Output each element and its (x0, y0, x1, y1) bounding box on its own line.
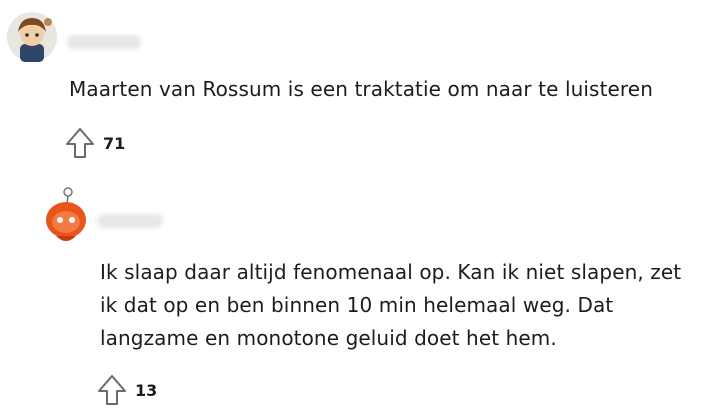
user-avatar-icon[interactable] (42, 186, 90, 246)
username-redacted[interactable] (67, 35, 141, 49)
user-avatar-icon[interactable] (6, 10, 58, 64)
comment-text: Maarten van Rossum is een traktatie om n… (69, 77, 653, 101)
upvote-arrow-icon[interactable] (65, 127, 95, 159)
username-redacted[interactable] (97, 214, 163, 228)
comment-text: Ik slaap daar altijd fenomenaal op. Kan … (100, 260, 682, 350)
upvote-arrow-icon[interactable] (97, 374, 127, 406)
upvote-button[interactable]: 71 (65, 127, 125, 159)
upvote-button[interactable]: 13 (97, 374, 157, 406)
upvote-count: 13 (135, 380, 158, 400)
upvote-count: 71 (103, 133, 126, 153)
